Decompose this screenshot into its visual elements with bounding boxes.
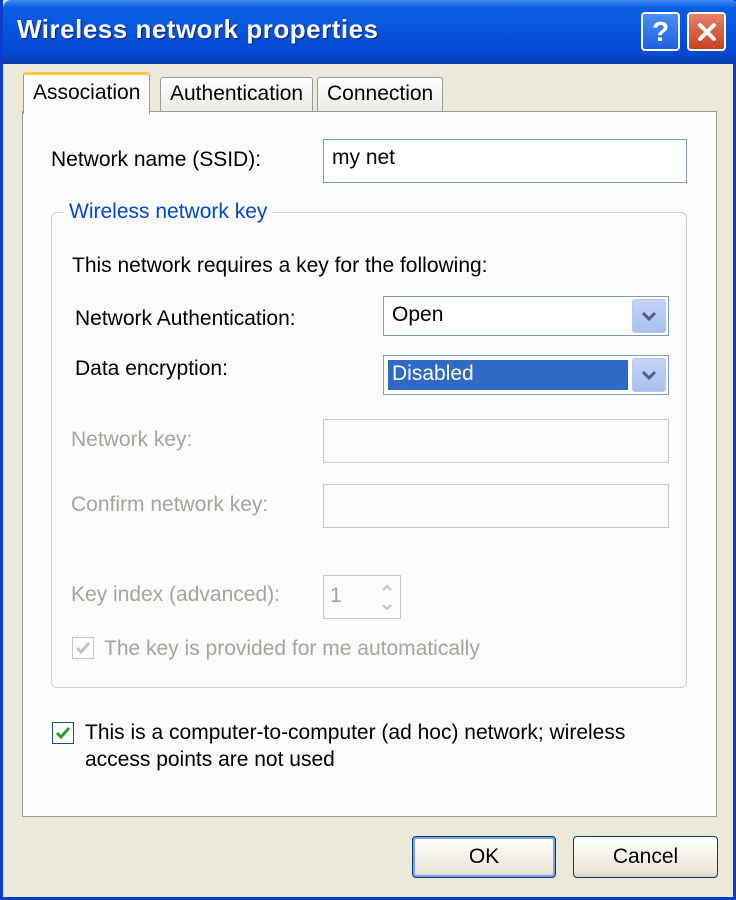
encryption-dropdown-button[interactable] xyxy=(632,358,666,392)
chevron-up-icon[interactable] xyxy=(381,584,393,592)
tab-connection[interactable]: Connection xyxy=(317,77,444,111)
key-requirement-text: This network requires a key for the foll… xyxy=(72,254,488,277)
auto-key-label: The key is provided for me automatically xyxy=(104,637,480,660)
chevron-down-icon xyxy=(641,311,657,322)
auth-dropdown-button[interactable] xyxy=(632,299,666,333)
chevron-down-icon xyxy=(641,370,657,381)
adhoc-label-line2: access points are not used xyxy=(85,748,335,771)
tab-association[interactable]: Association xyxy=(23,72,151,114)
tab-label: Authentication xyxy=(170,82,304,105)
key-index-label: Key index (advanced): xyxy=(71,583,280,606)
encryption-label: Data encryption: xyxy=(75,357,228,380)
chevron-down-icon[interactable] xyxy=(381,603,393,611)
key-index-value: 1 xyxy=(330,584,342,607)
cancel-button[interactable]: Cancel xyxy=(573,836,718,878)
tab-label: Association xyxy=(33,81,141,104)
window-title: Wireless network properties xyxy=(17,14,379,44)
help-icon: ? xyxy=(651,15,670,47)
wireless-key-group-title: Wireless network key xyxy=(64,200,273,224)
help-button[interactable]: ? xyxy=(641,12,680,51)
auth-select[interactable]: Open xyxy=(383,296,669,336)
encryption-select-value: Disabled xyxy=(388,360,628,390)
checkmark-icon xyxy=(55,727,71,740)
network-key-input[interactable] xyxy=(323,419,669,463)
dialog-window: Wireless network properties ? Associatio… xyxy=(0,0,736,900)
tab-authentication[interactable]: Authentication xyxy=(160,77,314,111)
network-key-label: Network key: xyxy=(71,428,193,451)
ssid-label: Network name (SSID): xyxy=(51,148,262,171)
adhoc-label-line1: This is a computer-to-computer (ad hoc) … xyxy=(85,721,626,744)
confirm-key-input[interactable] xyxy=(323,484,669,528)
auto-key-checkbox[interactable] xyxy=(72,637,94,659)
auth-select-value: Open xyxy=(392,303,444,326)
encryption-select[interactable]: Disabled xyxy=(383,355,669,395)
adhoc-checkbox[interactable] xyxy=(52,722,74,744)
title-bar[interactable]: Wireless network properties ? xyxy=(3,0,736,64)
close-icon xyxy=(697,22,716,41)
key-index-stepper[interactable]: 1 xyxy=(323,575,401,619)
checkmark-icon xyxy=(75,642,91,655)
ok-button[interactable]: OK xyxy=(412,836,556,878)
tab-label: Connection xyxy=(327,82,434,105)
close-button[interactable] xyxy=(687,12,726,51)
confirm-key-label: Confirm network key: xyxy=(71,493,269,516)
ssid-input[interactable]: my net xyxy=(323,139,687,183)
auth-label: Network Authentication: xyxy=(75,307,296,330)
